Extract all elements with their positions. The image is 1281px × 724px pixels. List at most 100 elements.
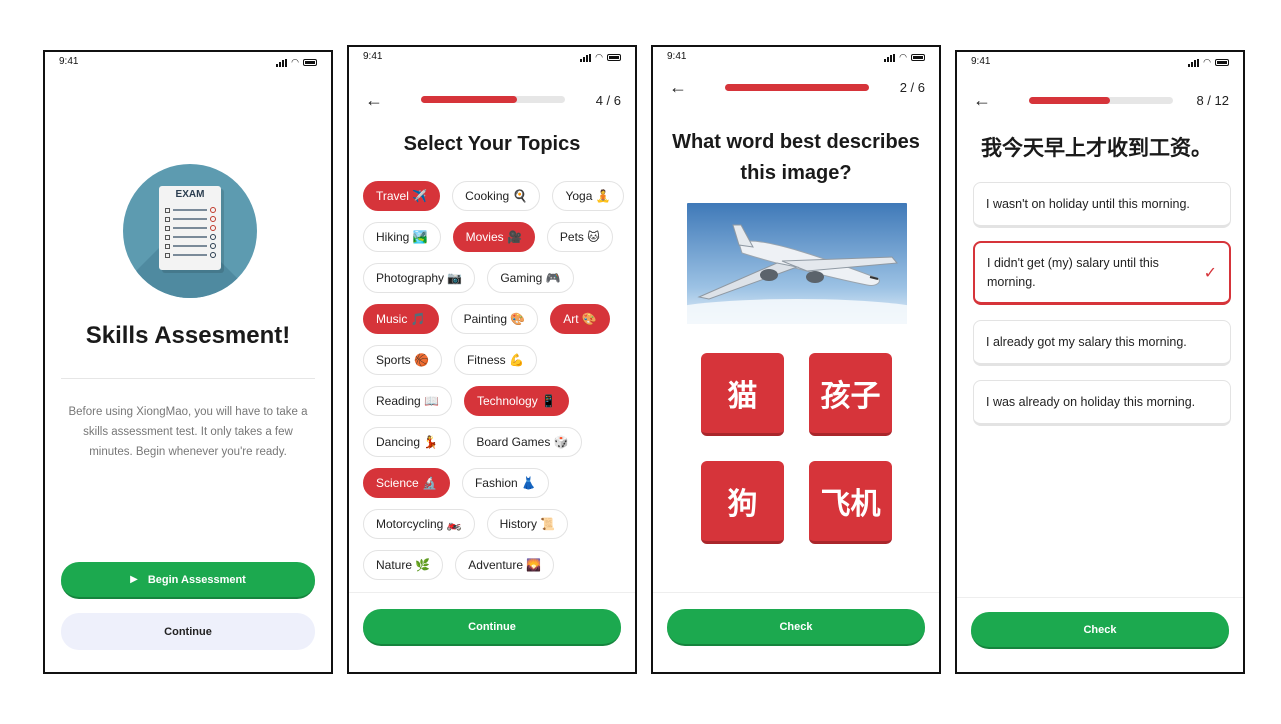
progress-bar — [725, 84, 869, 91]
check-label: Check — [1083, 623, 1117, 636]
check-label: Check — [779, 620, 813, 633]
step-counter: 2 / 6 — [899, 80, 925, 95]
topic-chip[interactable]: Science 🔬 — [363, 468, 450, 498]
page-title: Skills Assesment! — [85, 322, 291, 349]
progress-fill — [725, 84, 869, 91]
select-topics-screen: 9:41 ◠ ← 4 / 6 Select Your Topics Travel… — [347, 45, 637, 674]
signal-icon — [1188, 58, 1200, 67]
status-time: 9:41 — [59, 56, 79, 67]
translation-question-screen: 9:41 ◠ ← 8 / 12 我今天早上才收到工资。 I wasn't on … — [955, 50, 1245, 674]
progress-fill — [421, 96, 518, 103]
answer-tile-1[interactable]: 猫 — [701, 353, 784, 436]
bottom-bar: Check — [653, 592, 939, 672]
status-time: 9:41 — [363, 51, 383, 62]
answer-tile-4[interactable]: 飞机 — [809, 461, 892, 544]
battery-icon — [1215, 59, 1229, 66]
topic-chip[interactable]: Photography 📷 — [363, 263, 476, 293]
check-button[interactable]: Check — [971, 612, 1229, 649]
signal-icon — [580, 53, 592, 62]
skills-assessment-screen: 9:41 ◠ EXAM Skills Assesment! Before usi… — [43, 50, 333, 674]
begin-assessment-label: Begin Assessment — [147, 573, 246, 586]
progress-fill — [1029, 97, 1110, 104]
topic-chip[interactable]: Travel ✈️ — [363, 181, 441, 211]
step-counter: 4 / 6 — [595, 93, 621, 108]
checkmark-icon: ✓ — [1203, 264, 1217, 282]
topic-chip[interactable]: Technology 📱 — [463, 386, 569, 416]
continue-button[interactable]: Continue — [61, 613, 315, 650]
answer-option-1[interactable]: I wasn't on holiday until this morning. — [973, 182, 1231, 228]
continue-label: Continue — [164, 625, 212, 638]
answer-tile-2[interactable]: 孩子 — [809, 353, 892, 436]
image-question-screen: 9:41 ◠ ← 2 / 6 What word best describes … — [651, 45, 941, 674]
back-arrow-icon[interactable]: ← — [365, 91, 383, 109]
topic-chip-row: Reading 📖 Technology 📱 — [363, 386, 621, 416]
play-icon: ▶ — [130, 574, 138, 585]
topic-chip[interactable]: Adventure 🌄 — [455, 550, 555, 580]
wifi-icon: ◠ — [291, 57, 299, 67]
topic-chip[interactable]: Yoga 🧘 — [552, 181, 624, 211]
topic-chip[interactable]: Music 🎵 — [363, 304, 439, 334]
continue-label: Continue — [468, 620, 516, 633]
status-icons: ◠ — [276, 57, 317, 68]
divider — [61, 378, 315, 379]
topic-chip[interactable]: Painting 🎨 — [450, 304, 539, 334]
answer-option-2[interactable]: I didn't get (my) salary until this morn… — [973, 241, 1231, 305]
topic-chip[interactable]: Board Games 🎲 — [463, 427, 582, 457]
answer-tile-3[interactable]: 狗 — [701, 461, 784, 544]
begin-assessment-button[interactable]: ▶ Begin Assessment — [61, 562, 315, 599]
exam-label: EXAM — [175, 189, 205, 200]
wifi-icon: ◠ — [1203, 57, 1211, 67]
topic-chip-row: Nature 🌿 Adventure 🌄 — [363, 550, 621, 580]
answer-option-4[interactable]: I was already on holiday this morning. — [973, 380, 1231, 426]
topic-chip-row: Music 🎵 Painting 🎨 Art 🎨 — [363, 304, 621, 334]
topic-chip[interactable]: Pets 🐱 — [546, 222, 613, 252]
topic-chip-row: Photography 📷 Gaming 🎮 — [363, 263, 621, 293]
topic-chip[interactable]: Sports 🏀 — [363, 345, 442, 375]
topic-chip[interactable]: Dancing 💃 — [363, 427, 452, 457]
answer-option-text: I wasn't on holiday until this morning. — [986, 196, 1190, 211]
topic-chip-row: Travel ✈️ Cooking 🍳 Yoga 🧘 — [363, 181, 624, 211]
airplane-image — [687, 203, 907, 324]
battery-icon — [607, 54, 621, 61]
bottom-bar: Check — [957, 597, 1243, 672]
wifi-icon: ◠ — [899, 52, 907, 62]
topic-chip[interactable]: Movies 🎥 — [452, 222, 535, 252]
step-counter: 8 / 12 — [1196, 93, 1229, 108]
topic-chip-row: Dancing 💃 Board Games 🎲 — [363, 427, 621, 457]
continue-button[interactable]: Continue — [363, 609, 621, 646]
progress-bar — [1029, 97, 1173, 104]
back-arrow-icon[interactable]: ← — [973, 91, 991, 109]
signal-icon — [884, 53, 896, 62]
topic-chip[interactable]: Art 🎨 — [550, 304, 610, 334]
exam-illustration: EXAM — [123, 164, 257, 298]
back-arrow-icon[interactable]: ← — [669, 78, 687, 96]
status-icons: ◠ — [1188, 57, 1229, 68]
topic-chip[interactable]: Hiking 🏞️ — [363, 222, 441, 252]
description: Before using XiongMao, you will have to … — [68, 406, 308, 458]
status-bar: 9:41 ◠ — [957, 56, 1243, 70]
topic-chip-list: Travel ✈️ Cooking 🍳 Yoga 🧘 Hiking 🏞️ Movies … — [363, 181, 624, 591]
bottom-bar: Continue — [349, 592, 635, 672]
topic-chip[interactable]: Nature 🌿 — [363, 550, 444, 580]
topic-chip[interactable]: Gaming 🎮 — [487, 263, 574, 293]
topic-chip[interactable]: History 📜 — [486, 509, 569, 539]
topic-chip-row: Motorcycling 🏍️ History 📜 — [363, 509, 621, 539]
signal-icon — [276, 58, 288, 67]
status-icons: ◠ — [580, 52, 621, 63]
topic-chip[interactable]: Fitness 💪 — [453, 345, 537, 375]
status-time: 9:41 — [667, 51, 687, 62]
check-button[interactable]: Check — [667, 609, 925, 646]
status-time: 9:41 — [971, 56, 991, 67]
status-bar: 9:41 ◠ — [653, 51, 939, 65]
topic-chip[interactable]: Fashion 👗 — [461, 468, 549, 498]
answer-option-3[interactable]: I already got my salary this morning. — [973, 320, 1231, 366]
chinese-sentence: 我今天早上才收到工资。 — [981, 136, 1212, 160]
status-icons: ◠ — [884, 52, 925, 63]
battery-icon — [911, 54, 925, 61]
exam-sheet-icon: EXAM — [159, 186, 221, 270]
topic-chip[interactable]: Reading 📖 — [363, 386, 452, 416]
question-text: What word best describes this image? — [672, 131, 920, 184]
answer-option-text: I didn't get (my) salary until this morn… — [987, 255, 1159, 289]
topic-chip[interactable]: Motorcycling 🏍️ — [363, 509, 475, 539]
topic-chip[interactable]: Cooking 🍳 — [452, 181, 541, 211]
